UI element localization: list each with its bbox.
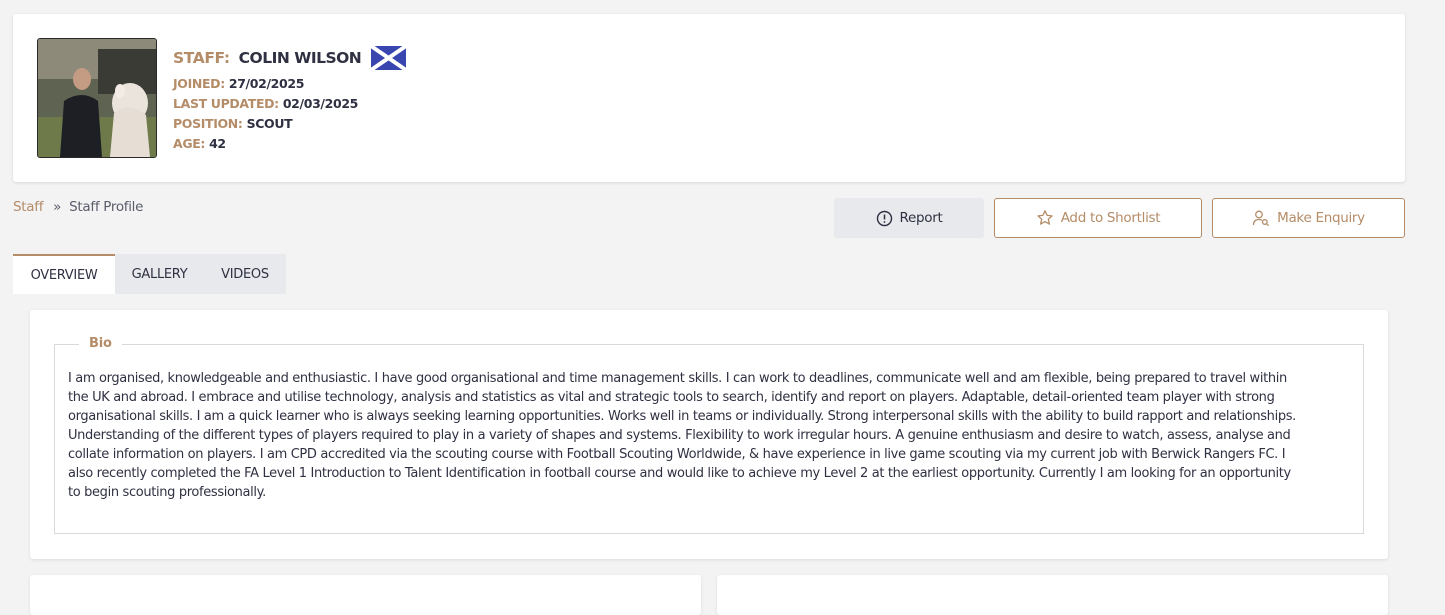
alert-circle-icon xyxy=(876,210,892,226)
bio-line: organisational skills. I am a quick lear… xyxy=(68,409,1296,424)
bio-title: Bio xyxy=(79,336,122,351)
bio-card: Bio I am organised, knowledgeable and en… xyxy=(30,310,1388,559)
report-button[interactable]: Report xyxy=(834,198,984,238)
age-row: AGE: 42 xyxy=(173,136,226,151)
add-to-shortlist-label: Add to Shortlist xyxy=(1060,210,1161,226)
make-enquiry-button[interactable]: Make Enquiry xyxy=(1212,198,1405,238)
profile-tabs: OVERVIEW GALLERY VIDEOS xyxy=(13,254,286,294)
report-button-label: Report xyxy=(899,210,943,226)
profile-photo xyxy=(38,39,156,157)
bio-line: Understanding of the different types of … xyxy=(68,428,1291,443)
tab-gallery[interactable]: GALLERY xyxy=(115,254,204,294)
scotland-flag-icon xyxy=(371,46,407,70)
tab-overview[interactable]: OVERVIEW xyxy=(13,254,115,294)
position-row: POSITION: SCOUT xyxy=(173,116,293,131)
position-value: SCOUT xyxy=(246,116,293,131)
add-to-shortlist-button[interactable]: Add to Shortlist xyxy=(994,198,1202,238)
staff-name: COLIN WILSON xyxy=(238,49,362,67)
bio-text: I am organised, knowledgeable and enthus… xyxy=(68,369,1340,502)
age-label: AGE: xyxy=(173,136,206,151)
bio-line: to begin scouting professionally. xyxy=(68,485,266,500)
bio-line: also recently completed the FA Level 1 I… xyxy=(68,466,1291,481)
tab-videos[interactable]: VIDEOS xyxy=(204,254,286,294)
staff-name-row: STAFF: COLIN WILSON xyxy=(173,46,407,70)
avatar xyxy=(37,38,157,158)
star-icon xyxy=(1037,210,1053,225)
lower-left-card xyxy=(30,575,701,615)
bio-fieldset: Bio I am organised, knowledgeable and en… xyxy=(54,336,1364,534)
bio-line: collate information on players. I am CPD… xyxy=(68,447,1286,462)
joined-row: JOINED: 27/02/2025 xyxy=(173,76,304,91)
profile-header-card: STAFF: COLIN WILSON JOINED: 27/02/2025 LA… xyxy=(13,14,1405,182)
lower-right-card xyxy=(717,575,1388,615)
breadcrumb: Staff » Staff Profile xyxy=(13,199,143,215)
position-label: POSITION: xyxy=(173,116,243,131)
staff-name-label: STAFF: xyxy=(173,49,230,67)
breadcrumb-current: Staff Profile xyxy=(69,199,144,215)
joined-value: 27/02/2025 xyxy=(228,76,305,91)
joined-label: JOINED: xyxy=(173,76,225,91)
make-enquiry-label: Make Enquiry xyxy=(1277,210,1365,226)
overview-panel: Bio I am organised, knowledgeable and en… xyxy=(13,294,1405,615)
bio-line: I am organised, knowledgeable and enthus… xyxy=(68,371,1287,386)
age-value: 42 xyxy=(209,136,226,151)
last-updated-row: LAST UPDATED: 02/03/2025 xyxy=(173,96,358,111)
last-updated-label: LAST UPDATED: xyxy=(173,96,279,111)
last-updated-value: 02/03/2025 xyxy=(282,96,359,111)
breadcrumb-separator: » xyxy=(53,199,62,215)
breadcrumb-staff-link[interactable]: Staff xyxy=(13,199,43,215)
user-search-icon xyxy=(1252,210,1270,227)
bio-line: the UK and abroad. I embrace and utilise… xyxy=(68,390,1275,405)
